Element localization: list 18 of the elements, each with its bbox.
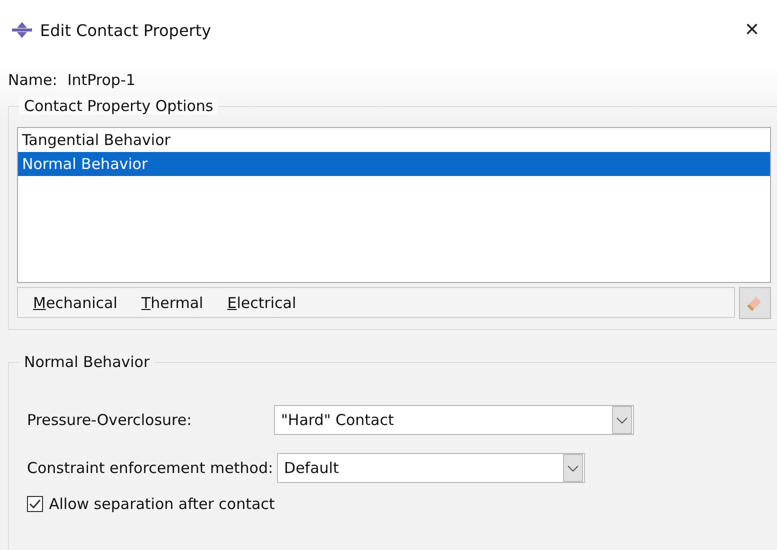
checkbox-label: Allow separation after contact [49, 495, 275, 513]
dropdown[interactable]: "Hard" Contact [274, 405, 634, 435]
group-title: Contact Property Options [19, 97, 218, 115]
close-button[interactable]: × [727, 10, 777, 50]
field-label: Pressure-Overclosure: [27, 411, 193, 429]
menu-item[interactable]: Mechanical [33, 294, 118, 312]
list-item[interactable]: Tangential Behavior [18, 128, 770, 152]
app-icon [12, 22, 32, 38]
field-label: Constraint enforcement method: [27, 459, 274, 477]
checkbox[interactable] [27, 496, 43, 512]
menu-item[interactable]: Electrical [227, 294, 296, 312]
name-value: IntProp-1 [67, 71, 136, 89]
name-label: Name: [8, 71, 58, 89]
menu-item[interactable]: Thermal [141, 294, 204, 312]
list-item[interactable]: Normal Behavior [18, 152, 770, 176]
dropdown[interactable]: Default [277, 453, 586, 483]
window-title: Edit Contact Property [40, 20, 212, 40]
eraser-icon [747, 295, 763, 311]
